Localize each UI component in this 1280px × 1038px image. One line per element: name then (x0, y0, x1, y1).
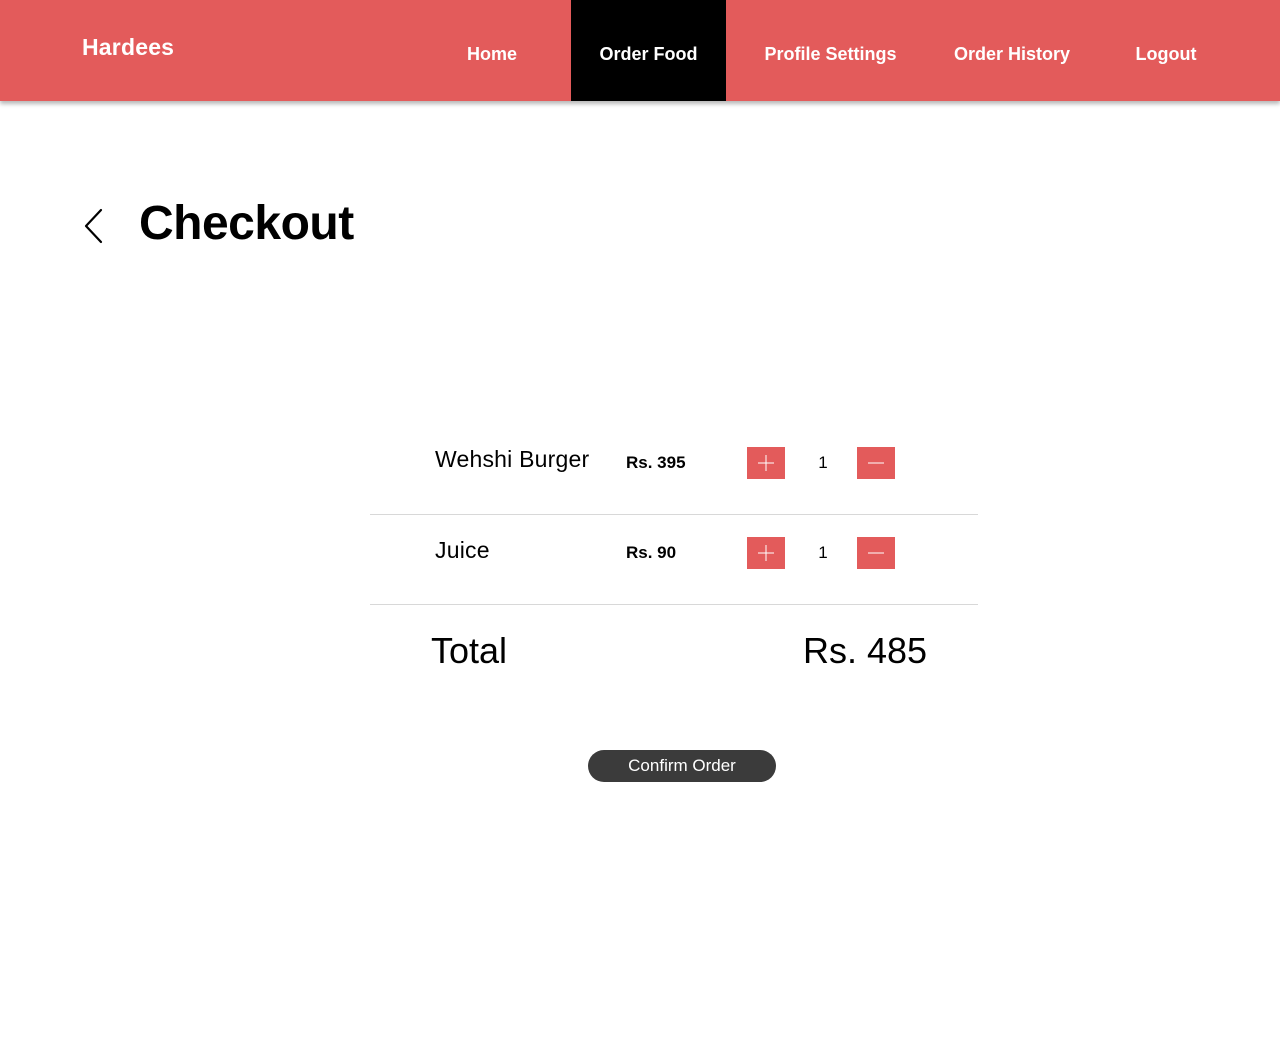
top-navbar: Hardees Home Order Food Profile Settings… (0, 0, 1280, 101)
confirm-order-button[interactable]: Confirm Order (588, 750, 776, 782)
cart-item-row: Wehshi Burger Rs. 395 1 (370, 425, 978, 515)
plus-icon (758, 455, 774, 471)
nav-item-profile-settings[interactable]: Profile Settings (752, 0, 909, 101)
quantity-value: 1 (818, 453, 828, 472)
nav-item-order-food[interactable]: Order Food (571, 0, 726, 101)
minus-icon (868, 552, 884, 554)
nav-item-logout[interactable]: Logout (1124, 0, 1208, 101)
total-label: Total (431, 630, 508, 671)
total-value: Rs. 485 (803, 630, 928, 671)
row-divider (370, 604, 978, 605)
decrease-quantity-button[interactable] (857, 447, 895, 479)
plus-icon (758, 545, 774, 561)
cart-item-row: Juice Rs. 90 1 (370, 515, 978, 605)
quantity-value: 1 (818, 543, 828, 562)
increase-quantity-button[interactable] (747, 447, 785, 479)
minus-icon (868, 462, 884, 464)
page-title: Checkout (139, 197, 354, 250)
item-name: Wehshi Burger (435, 446, 590, 472)
nav-item-home[interactable]: Home (440, 0, 544, 101)
item-price: Rs. 395 (626, 453, 686, 472)
brand-logo-text[interactable]: Hardees (82, 34, 174, 61)
increase-quantity-button[interactable] (747, 537, 785, 569)
chevron-left-icon[interactable] (80, 205, 110, 247)
item-name: Juice (435, 537, 490, 563)
decrease-quantity-button[interactable] (857, 537, 895, 569)
item-price: Rs. 90 (626, 543, 677, 562)
nav-item-order-history[interactable]: Order History (940, 0, 1084, 101)
